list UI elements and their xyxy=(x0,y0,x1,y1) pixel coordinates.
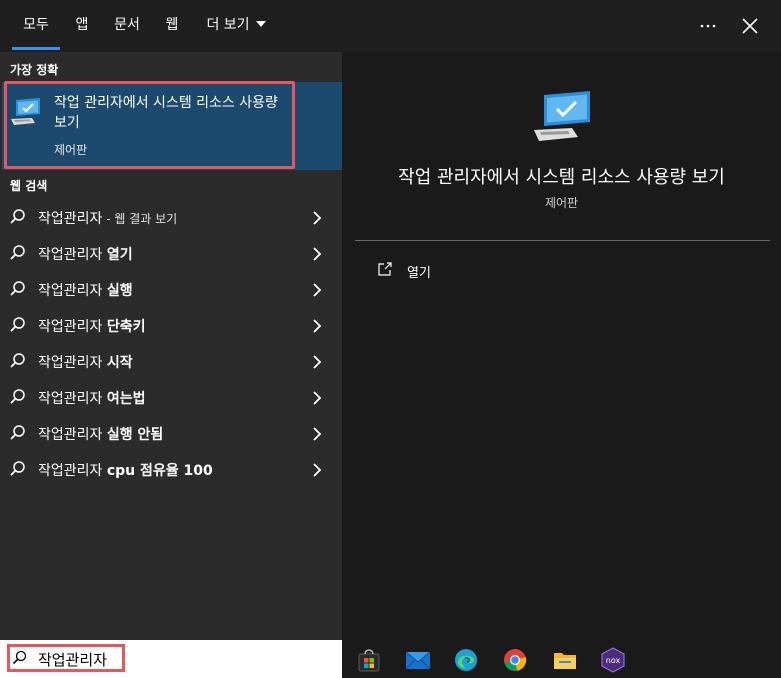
tab-label: 문서 xyxy=(114,17,140,33)
search-icon xyxy=(9,280,27,302)
more-options-icon[interactable] xyxy=(694,12,722,40)
result-suffix-text: - 웹 결과 보기 xyxy=(102,212,178,226)
result-bold-text: 여는법 xyxy=(106,391,146,407)
result-base-text: 작업관리자 xyxy=(38,391,107,407)
best-match-heading: 가장 정확 xyxy=(10,63,59,77)
search-icon xyxy=(9,388,27,410)
results-panel: 가장 정확 작업 관리자에서 시스템 리소스 사용량 보기 제어판 웹 검색 작… xyxy=(0,52,342,640)
result-bold-text: 단축키 xyxy=(106,319,146,335)
preview-subtitle: 제어판 xyxy=(544,196,579,210)
web-result-row[interactable]: 작업관리자 여는법 xyxy=(0,380,342,416)
file-explorer-icon[interactable] xyxy=(552,647,578,673)
web-result-row[interactable]: 작업관리자 - 웹 결과 보기 xyxy=(0,200,342,236)
search-filter-bar: 모두 앱 문서 웹 더 보기 xyxy=(0,0,781,52)
monitor-check-icon xyxy=(532,89,594,149)
result-base-text: 작업관리자 xyxy=(38,319,107,335)
tab-label: 웹 xyxy=(165,17,179,33)
best-match-title: 작업 관리자에서 시스템 리소스 사용량 보기 xyxy=(54,95,278,131)
result-bold-text: 열기 xyxy=(106,247,133,263)
edge-icon[interactable] xyxy=(453,647,479,673)
chevron-right-icon xyxy=(311,282,323,302)
web-search-heading: 웹 검색 xyxy=(10,179,48,193)
close-icon[interactable] xyxy=(736,12,764,40)
chevron-right-icon xyxy=(311,462,323,482)
tab-label: 앱 xyxy=(75,17,89,33)
tab-documents[interactable]: 문서 xyxy=(106,0,148,52)
web-result-row[interactable]: 작업관리자 실행 xyxy=(0,272,342,308)
tab-apps[interactable]: 앱 xyxy=(68,0,96,52)
mail-icon[interactable] xyxy=(405,647,431,673)
chrome-icon[interactable] xyxy=(502,647,528,673)
search-icon xyxy=(9,352,27,374)
monitor-check-icon xyxy=(10,97,44,131)
taskbar: nox xyxy=(342,640,781,678)
chevron-right-icon xyxy=(311,426,323,446)
preview-title: 작업 관리자에서 시스템 리소스 사용량 보기 xyxy=(398,167,725,188)
tab-label: 모두 xyxy=(23,17,49,33)
divider xyxy=(355,240,770,241)
search-icon xyxy=(9,424,27,446)
preview-panel xyxy=(342,52,781,640)
tab-label: 더 보기 xyxy=(206,17,250,33)
result-bold-text: 실행 안됨 xyxy=(106,427,164,443)
tab-more[interactable]: 더 보기 xyxy=(198,0,274,52)
chevron-right-icon xyxy=(311,210,323,230)
web-result-row[interactable]: 작업관리자 열기 xyxy=(0,236,342,272)
result-base-text: 작업관리자 xyxy=(38,283,107,299)
result-base-text: 작업관리자 xyxy=(38,355,107,371)
result-base-text: 작업관리자 xyxy=(38,427,107,443)
nox-icon[interactable]: nox xyxy=(600,647,626,673)
result-base-text: 작업관리자 xyxy=(38,247,107,263)
tab-all[interactable]: 모두 xyxy=(12,0,60,52)
svg-text:nox: nox xyxy=(606,656,621,665)
result-bold-text: 시작 xyxy=(106,355,133,371)
highlight-outline xyxy=(7,644,125,672)
search-icon xyxy=(9,316,27,338)
chevron-right-icon xyxy=(311,246,323,266)
result-bold-text: cpu 점유율 100 xyxy=(106,463,213,479)
chevron-right-icon xyxy=(311,390,323,410)
web-result-row[interactable]: 작업관리자 시작 xyxy=(0,344,342,380)
search-icon xyxy=(9,208,27,230)
chevron-right-icon xyxy=(311,354,323,374)
search-icon xyxy=(9,244,27,266)
web-result-row[interactable]: 작업관리자 단축키 xyxy=(0,308,342,344)
chevron-right-icon xyxy=(311,318,323,338)
tab-web[interactable]: 웹 xyxy=(158,0,186,52)
best-match-subtitle: 제어판 xyxy=(54,143,88,157)
chevron-down-icon xyxy=(255,21,266,27)
web-result-row[interactable]: 작업관리자 실행 안됨 xyxy=(0,416,342,452)
search-icon xyxy=(9,460,27,482)
web-result-row[interactable]: 작업관리자 cpu 점유율 100 xyxy=(0,452,342,488)
open-external-icon xyxy=(376,260,394,282)
store-icon[interactable] xyxy=(356,647,382,673)
result-bold-text: 실행 xyxy=(106,283,133,299)
result-base-text: 작업관리자 xyxy=(38,463,107,479)
result-base-text: 작업관리자 xyxy=(38,211,103,227)
open-action-label: 열기 xyxy=(407,266,431,281)
